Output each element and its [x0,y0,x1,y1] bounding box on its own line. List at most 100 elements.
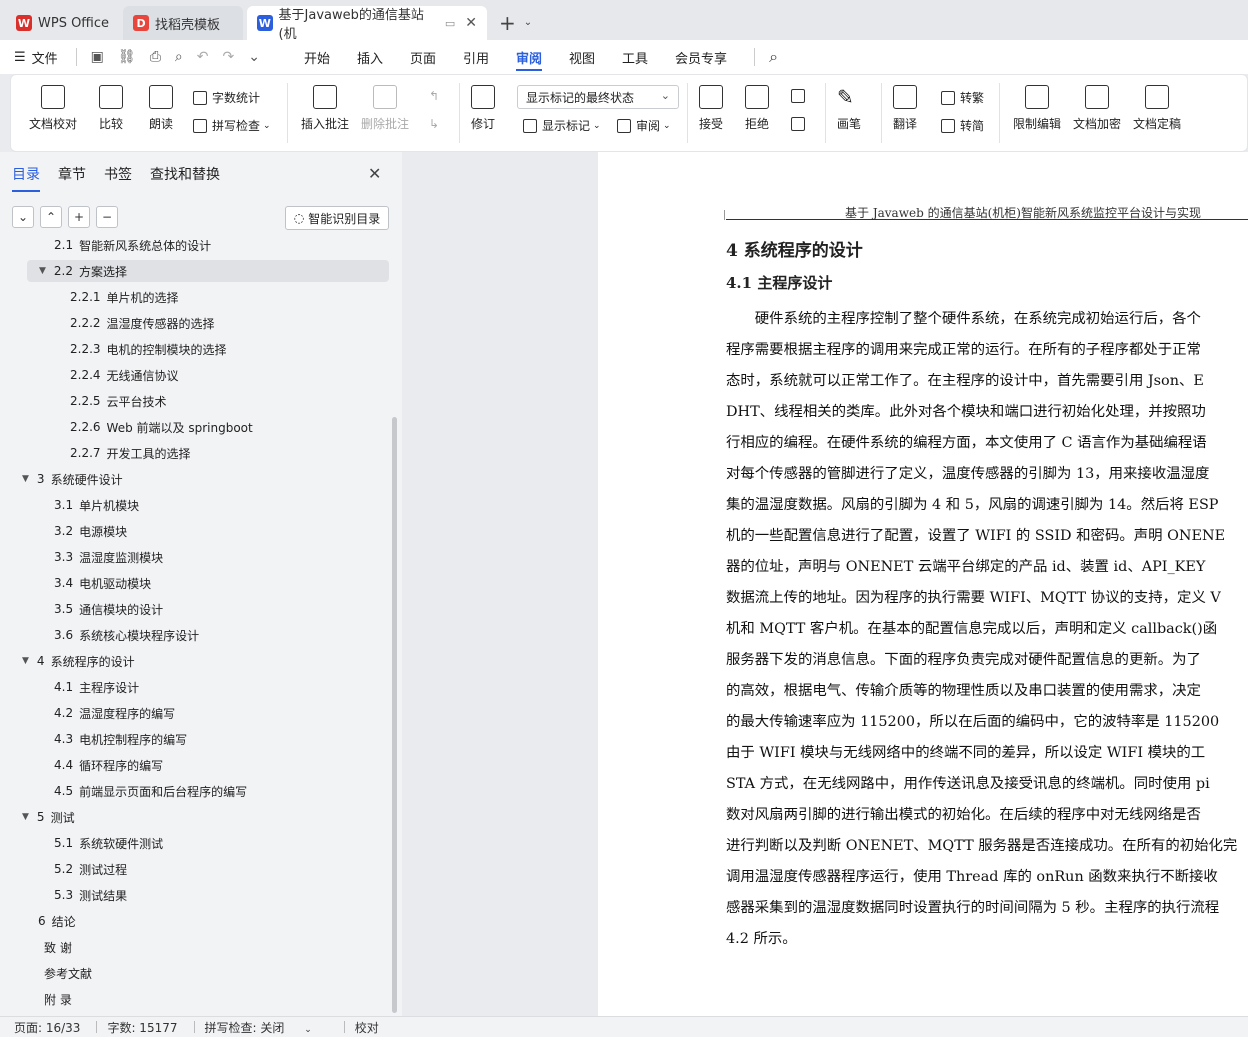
word-count-indicator[interactable]: 字数: 15177 [107,1019,177,1036]
expand-all-button[interactable]: ⌄ [12,206,34,228]
file-menu[interactable]: ☰ 文件 [14,40,58,74]
tab-find-replace[interactable]: 查找和替换 [150,164,220,192]
toc-item[interactable]: ▼ 4 系统程序的设计 [22,650,135,672]
show-markup-button[interactable]: 显示标记 ⌄ [523,117,601,134]
print-icon[interactable]: ⎙ [150,49,161,65]
menu-member[interactable]: 会员专享 [675,40,727,74]
prev-change-icon[interactable] [791,89,810,103]
menu-insert[interactable]: 插入 [357,40,383,74]
add-heading-button[interactable]: + [68,206,90,228]
delete-comment-button[interactable]: 删除批注 [361,85,409,132]
word-count-button[interactable]: 字数统计 [193,89,260,106]
print-preview-icon[interactable]: ⌕ [175,49,183,65]
toc-item[interactable]: 2.1 智能新风系统总体的设计 [54,240,211,256]
toc-item[interactable]: 4.3 电机控制程序的编写 [54,728,187,750]
compare-button[interactable]: 比较 [99,85,123,132]
simplified-icon [941,118,955,133]
toc-item[interactable]: 2.2.7 开发工具的选择 [70,442,191,464]
menu-page[interactable]: 页面 [410,40,436,74]
insert-comment-button[interactable]: 插入批注 [301,85,349,132]
new-tab-button[interactable]: + [491,6,524,40]
collapse-all-button[interactable]: ⌃ [40,206,62,228]
tab-chapter[interactable]: 章节 [58,164,86,192]
redo-icon[interactable]: ↷ [222,49,234,65]
menu-reference[interactable]: 引用 [463,40,489,74]
encrypt-button[interactable]: 文档加密 [1073,85,1121,132]
pen-button[interactable]: ✎ 画笔 [837,85,861,132]
next-change-icon[interactable] [791,117,810,131]
accept-button[interactable]: 接受 [699,85,723,132]
close-icon[interactable]: ✕ [368,164,381,183]
toc-item[interactable]: 3.6 系统核心模块程序设计 [54,624,199,646]
toc-item[interactable]: 3.5 通信模块的设计 [54,598,163,620]
toc-item[interactable]: 3.3 温湿度监测模块 [54,546,163,568]
review-pane-button[interactable]: 审阅 ⌄ [617,117,671,134]
doc-check-button[interactable]: 文档校对 [29,85,77,132]
tab-docer[interactable]: D 找稻壳模板 [123,6,244,40]
toc-item[interactable]: 3.1 单片机模块 [54,494,139,516]
toc-item[interactable]: 4.4 循环程序的编写 [54,754,163,776]
toc-item[interactable]: 2.2.4 无线通信协议 [70,364,179,386]
more-dropdown-icon[interactable]: ⌄ [248,49,260,65]
translate-button[interactable]: 翻译 [893,85,917,132]
toc-item[interactable]: 3.4 电机驱动模块 [54,572,151,594]
save-icon[interactable]: ▣ [91,49,104,65]
toc-item[interactable]: 参考文献 [38,962,92,984]
markup-state-select[interactable]: 显示标记的最终状态 ⌄ [517,85,679,109]
toc-item[interactable]: 3.2 电源模块 [54,520,127,542]
finalize-button[interactable]: 文档定稿 [1133,85,1181,132]
revise-button[interactable]: 修订 [471,85,495,132]
collapse-arrow-icon[interactable]: ▼ [22,812,29,822]
proofread-indicator[interactable]: 校对 [355,1019,379,1036]
collapse-arrow-icon[interactable]: ▼ [39,266,46,276]
read-aloud-button[interactable]: 朗读 [149,85,173,132]
toc-item[interactable]: 2.2.5 云平台技术 [70,390,167,412]
menu-review[interactable]: 审阅 [516,40,543,74]
toc-item[interactable]: 5.1 系统软硬件测试 [54,832,163,854]
to-simplified-button[interactable]: 转简 [941,117,984,134]
tab-toc[interactable]: 目录 [12,164,40,192]
spell-check-button[interactable]: 拼写检查 ⌄ [193,117,271,134]
tab-list-dropdown-icon[interactable]: ⌄ [524,17,532,28]
menu-tools[interactable]: 工具 [622,40,648,74]
page-indicator[interactable]: 页面: 16/33 [14,1019,80,1036]
toc-item[interactable]: 2.2.6 Web 前端以及 springboot [70,416,253,438]
spell-check-indicator[interactable]: 拼写检查: 关闭 ⌄ [205,1019,328,1036]
remove-heading-button[interactable]: − [96,206,118,228]
restrict-edit-button[interactable]: 限制编辑 [1013,85,1061,132]
toc-item[interactable]: 2.2.2 温湿度传感器的选择 [70,312,215,334]
close-tab-icon[interactable]: ✕ [465,15,477,31]
toc-item[interactable]: 5.3 测试结果 [54,884,127,906]
undo-icon[interactable]: ↶ [197,49,209,65]
toc-item[interactable]: 5.2 测试过程 [54,858,127,880]
to-traditional-button[interactable]: 转繁 [941,89,984,106]
toc-item[interactable]: 致 谢 [38,936,72,958]
tab-wps-office[interactable]: W WPS Office [6,6,119,40]
toc-item[interactable]: 4.2 温湿度程序的编写 [54,702,175,724]
show-markup-label: 显示标记 [542,119,591,133]
toc-item[interactable]: 2.2.3 电机的控制模块的选择 [70,338,227,360]
collapse-arrow-icon[interactable]: ▼ [22,656,29,666]
document-page[interactable]: 基于 Javaweb 的通信基站(机柜)智能新风系统监控平台设计与实现 4 系统… [598,152,1248,1016]
toc-scrollbar[interactable] [392,417,397,1013]
reject-button[interactable]: 拒绝 [745,85,769,132]
next-comment-icon[interactable]: ↳ [429,117,439,131]
toc-item[interactable]: 4.5 前端显示页面和后台程序的编写 [54,780,247,802]
tab-document[interactable]: W 基于Javaweb的通信基站(机 ▭ ✕ [247,6,488,42]
toc-item[interactable]: 2.2.1 单片机的选择 [70,286,179,308]
prev-comment-icon[interactable]: ↰ [429,89,439,103]
toc-item[interactable]: 6 结论 [38,910,76,932]
toc-item[interactable]: 附 录 [38,988,72,1010]
tab-bookmark[interactable]: 书签 [104,164,132,192]
smart-toc-button[interactable]: ◌ 智能识别目录 [285,206,389,230]
window-icon[interactable]: ▭ [445,17,455,30]
collapse-arrow-icon[interactable]: ▼ [22,474,29,484]
menu-view[interactable]: 视图 [569,40,595,74]
toc-item[interactable]: 4.1 主程序设计 [54,676,139,698]
toc-item[interactable]: ▼ 3 系统硬件设计 [22,468,123,490]
search-icon[interactable]: ⌕ [769,47,778,67]
menu-start[interactable]: 开始 [304,40,330,74]
toc-item[interactable]: ▼ 2.2 方案选择 [27,260,389,282]
link-icon[interactable]: ⛓ [118,49,136,65]
toc-item[interactable]: ▼ 5 测试 [22,806,75,828]
